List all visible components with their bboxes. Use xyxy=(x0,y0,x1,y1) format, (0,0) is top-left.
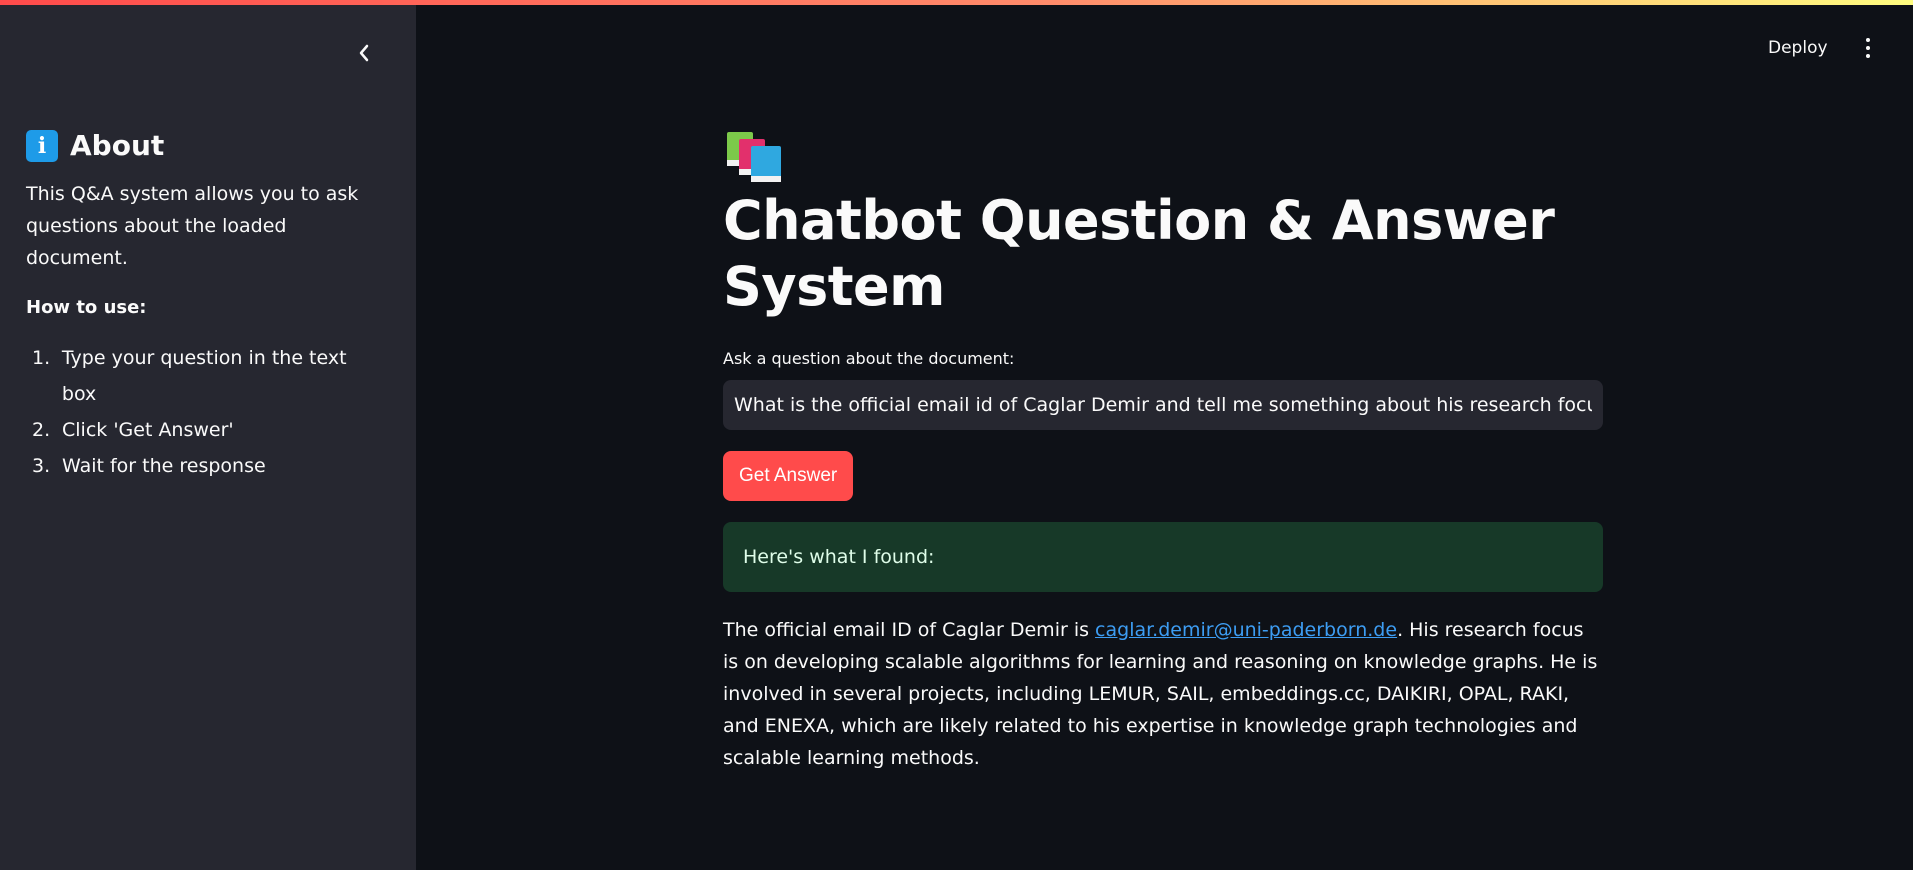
chevron-left-icon xyxy=(359,44,369,62)
list-item: 2. Click 'Get Answer' xyxy=(26,412,386,448)
sidebar: i About This Q&A system allows you to as… xyxy=(0,0,416,870)
steps-list: 1. Type your question in the text box 2.… xyxy=(26,340,386,484)
step-number: 3. xyxy=(32,455,51,477)
success-message-text: Here's what I found: xyxy=(743,546,935,568)
info-icon: i xyxy=(26,130,58,162)
page-title: Chatbot Question & Answer System xyxy=(723,128,1603,320)
how-to-use-heading: How to use: xyxy=(26,297,147,318)
page-title-text: Chatbot Question & Answer System xyxy=(723,189,1555,318)
step-text: Type your question in the text box xyxy=(61,347,347,405)
step-number: 2. xyxy=(32,419,51,441)
answer-text: The official email ID of Caglar Demir is… xyxy=(723,614,1603,774)
question-label: Ask a question about the document: xyxy=(723,349,1015,368)
question-input[interactable] xyxy=(723,380,1603,430)
about-title: About xyxy=(70,129,165,162)
main-menu-button[interactable] xyxy=(1858,34,1878,62)
list-item: 3. Wait for the response xyxy=(26,448,386,484)
about-description: This Q&A system allows you to ask questi… xyxy=(26,183,359,269)
step-text: Wait for the response xyxy=(62,455,266,477)
success-message: Here's what I found: xyxy=(723,522,1603,592)
email-link[interactable]: caglar.demir@uni-paderborn.de xyxy=(1095,619,1397,641)
about-heading: i About xyxy=(26,128,386,164)
vertical-ellipsis-icon xyxy=(1866,54,1870,58)
deploy-button[interactable]: Deploy xyxy=(1768,34,1828,62)
top-decoration-bar xyxy=(0,0,1913,5)
vertical-ellipsis-icon xyxy=(1866,46,1870,50)
step-number: 1. xyxy=(32,347,51,369)
get-answer-button[interactable]: Get Answer xyxy=(723,451,854,501)
vertical-ellipsis-icon xyxy=(1866,38,1870,42)
main-content: Chatbot Question & Answer System Ask a q… xyxy=(723,128,1603,774)
collapse-sidebar-button[interactable] xyxy=(352,38,376,68)
step-text: Click 'Get Answer' xyxy=(62,419,234,441)
list-item: 1. Type your question in the text box xyxy=(26,340,386,412)
answer-suffix: . His research focus is on developing sc… xyxy=(723,619,1598,769)
sidebar-content: i About This Q&A system allows you to as… xyxy=(26,128,386,484)
books-icon xyxy=(727,132,781,182)
answer-prefix: The official email ID of Caglar Demir is xyxy=(723,619,1096,641)
